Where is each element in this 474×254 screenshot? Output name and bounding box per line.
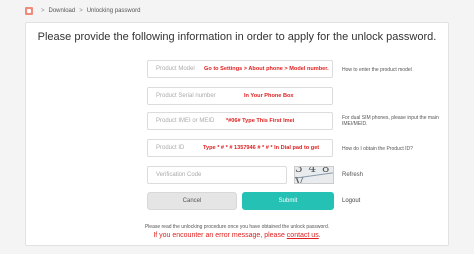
error-prefix: If you encounter an error message, pleas… <box>153 232 285 239</box>
serial-number-input[interactable]: Product Serial number In Your Phone Box <box>147 87 333 105</box>
product-id-note: Type * # * # 1357946 # * # * In Dial pad… <box>203 145 320 151</box>
breadcrumb: > Download > Unlocking password <box>25 5 140 17</box>
breadcrumb-separator: > <box>41 8 45 14</box>
contact-us-link[interactable]: contact us <box>287 232 319 239</box>
product-model-input[interactable]: Product Model Go to Settings > About pho… <box>147 60 333 78</box>
verification-code-input[interactable]: Verification Code <box>147 166 287 184</box>
product-id-input[interactable]: Product ID Type * # * # 1357946 # * # * … <box>147 139 333 157</box>
captcha-text: 3 4 8 V <box>295 166 331 184</box>
error-message-line: If you encounter an error message, pleas… <box>26 232 448 239</box>
imei-note: *#06# Type This First Imei <box>226 118 295 124</box>
imei-help-text: For dual SIM phones, please input the ma… <box>342 115 439 127</box>
imei-placeholder: Product IMEI or MEID <box>156 118 215 124</box>
cancel-button[interactable]: Cancel <box>147 192 237 210</box>
breadcrumb-separator: > <box>79 8 83 14</box>
product-model-note: Go to Settings > About phone > Model num… <box>204 66 329 72</box>
page-title: Please provide the following information… <box>37 31 437 43</box>
breadcrumb-unlocking-password: Unlocking password <box>86 8 141 14</box>
refresh-captcha-link[interactable]: Refresh <box>342 172 363 178</box>
unlock-form-card: Please provide the following information… <box>25 22 449 246</box>
breadcrumb-download[interactable]: Download <box>49 8 76 14</box>
logout-link[interactable]: Logout <box>342 198 360 204</box>
verification-code-placeholder: Verification Code <box>156 172 202 178</box>
home-icon[interactable] <box>25 7 33 15</box>
submit-button[interactable]: Submit <box>242 192 334 210</box>
product-model-help-link[interactable]: How to enter the product model <box>342 67 412 73</box>
error-suffix: . <box>318 232 321 239</box>
procedure-note: Please read the unlocking procedure once… <box>144 224 330 230</box>
product-id-help-link[interactable]: How do I obtain the Product ID? <box>342 146 413 152</box>
serial-number-placeholder: Product Serial number <box>156 93 216 99</box>
product-id-placeholder: Product ID <box>156 145 185 151</box>
product-model-placeholder: Product Model <box>156 66 195 72</box>
captcha-image: 3 4 8 V <box>294 166 334 184</box>
imei-input[interactable]: Product IMEI or MEID *#06# Type This Fir… <box>147 112 333 130</box>
serial-number-note: In Your Phone Box <box>244 93 294 99</box>
